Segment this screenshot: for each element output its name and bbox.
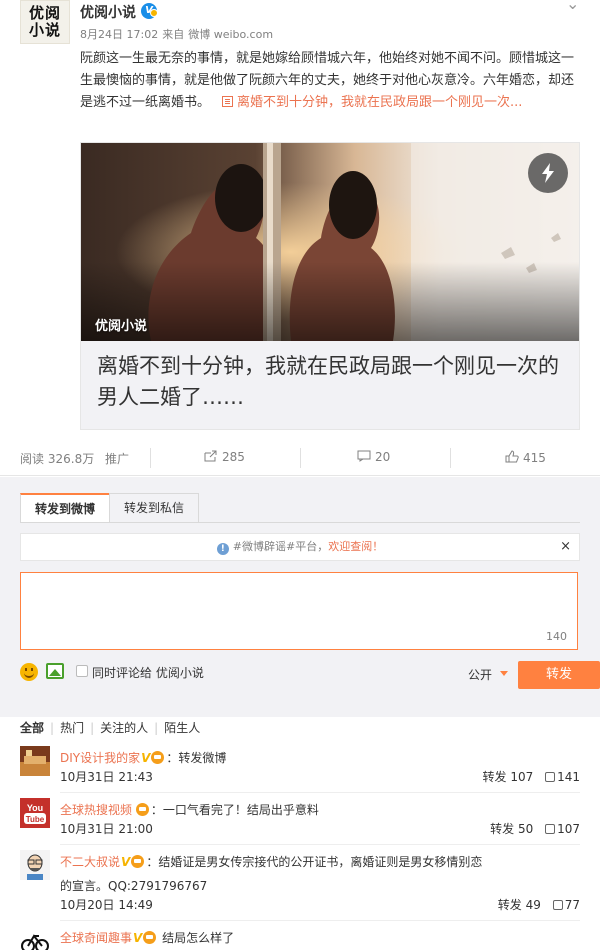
image-icon[interactable] [46, 663, 64, 679]
thumbs-up-icon [552, 900, 563, 910]
comment-time[interactable]: 10月31日 21:00 [60, 820, 153, 837]
tab-forward-to-private[interactable]: 转发到私信 [109, 493, 200, 523]
like-stat-button[interactable]: 415 [505, 450, 546, 465]
comment-time[interactable]: 10月20日 14:49 [60, 896, 153, 913]
post-stats-bar: 阅读 326.8万 推广 285 20 415 [0, 440, 600, 476]
comment-forward-button[interactable]: 转发 107 [483, 770, 534, 784]
article-link-icon [222, 96, 234, 107]
rumor-notice-bar: ! #微博辟谣#平台，欢迎查阅！ × [20, 533, 580, 561]
comment-forward-button[interactable]: 转发 50 [490, 822, 533, 836]
author-name[interactable]: 优阅小说 [80, 2, 136, 22]
vip-icon [143, 931, 157, 944]
comment-forward-button[interactable]: 转发 49 [498, 898, 541, 912]
also-comment-label: 同时评论给 优阅小说 [92, 666, 204, 680]
chevron-down-icon[interactable] [500, 671, 508, 676]
comment-time[interactable]: 10月31日 21:43 [60, 768, 153, 785]
vip-icon [131, 855, 145, 868]
vip-icon [151, 751, 165, 764]
commenter-name[interactable]: 全球奇闻趣事 [60, 931, 132, 945]
comment-body: DIY设计我的家V ：转发微博 [60, 746, 490, 770]
comment-stat-button[interactable]: 20 [357, 450, 390, 464]
comment-actions: 转发 50 107 [490, 820, 580, 837]
comment-body: 不二大叔说V ：结婚证是男女传宗接代的公开证书，离婚证则是男女移情别恋的宣言。QQ… [60, 850, 490, 898]
article-link[interactable]: 离婚不到十分钟，我就在民政局跟一个刚见一次... [237, 95, 522, 110]
promote-button[interactable]: 推广 [105, 450, 129, 467]
svg-text:You: You [27, 803, 43, 813]
comment-filter-tabs: 全部 | 热门 | 关注的人 | 陌生人 [20, 721, 201, 735]
post-source[interactable]: 微博 weibo.com [188, 28, 273, 41]
filter-hot[interactable]: 热门 [60, 721, 84, 735]
comment-item: 不二大叔说V ：结婚证是男女传宗接代的公开证书，离婚证则是男女移情别恋的宣言。QQ… [20, 850, 580, 922]
commenter-avatar[interactable]: You Tube [20, 798, 50, 828]
also-comment-checkbox[interactable] [76, 665, 88, 677]
author-avatar[interactable]: 优阅 小说 [20, 0, 70, 44]
comment-like-button[interactable]: 141 [537, 770, 580, 784]
comment-icon [357, 450, 371, 462]
info-icon: ! [216, 543, 229, 555]
post-text: 阮颜这一生最无奈的事情，就是她嫁给顾惜城六年，他始终对她不闻不问。顾惜城这一生最… [80, 51, 575, 110]
forward-textarea[interactable]: 140 [20, 572, 578, 650]
forward-panel: 转发到微博 转发到私信 ! #微博辟谣#平台，欢迎查阅！ × 140 同时评论给 … [0, 477, 600, 717]
verified-level-icon [150, 9, 158, 17]
thumbs-up-icon [545, 772, 556, 782]
char-counter: 140 [546, 630, 567, 643]
forward-icon [204, 450, 217, 462]
article-title: 离婚不到十分钟，我就在民政局跟一个刚见一次的男人二婚了…… [97, 354, 559, 409]
comment-item: 全球奇闻趣事V 结局怎么样了 [20, 926, 580, 950]
post-date[interactable]: 8月24日 17:02 [80, 28, 158, 41]
commenter-avatar[interactable] [20, 746, 50, 776]
reads-count: 阅读 326.8万 [20, 452, 95, 466]
tab-forward-to-weibo[interactable]: 转发到微博 [20, 493, 111, 523]
post-meta: 8月24日 17:02 来自 微博 weibo.com [80, 26, 277, 42]
commenter-name[interactable]: 不二大叔说 [60, 855, 120, 869]
thumbs-up-icon [545, 824, 556, 834]
forward-stat-button[interactable]: 285 [204, 450, 245, 464]
forward-toolbar: 同时评论给 优阅小说 公开 转发 [20, 661, 600, 689]
avatar-logo-text: 优阅 小说 [28, 4, 61, 39]
filter-all[interactable]: 全部 [20, 721, 44, 735]
verified-icon: V [121, 855, 131, 869]
commenter-name[interactable]: DIY设计我的家 [60, 751, 140, 765]
verified-icon: V [133, 931, 143, 945]
post-source-prefix: 来自 [162, 28, 185, 41]
visibility-select[interactable]: 公开 [468, 666, 492, 683]
forward-submit-button[interactable]: 转发 [518, 661, 600, 689]
notice-link[interactable]: 欢迎查阅！ [328, 540, 383, 553]
comment-body: 全球热搜视频 ：一口气看完了！结局出乎意料 [60, 803, 319, 817]
card-brand-label: 优阅小说 [95, 319, 148, 334]
close-icon[interactable]: × [560, 534, 571, 560]
comment-like-button[interactable]: 77 [545, 898, 580, 912]
commenter-name[interactable]: 全球热搜视频 [60, 803, 132, 817]
thumbs-up-icon [505, 450, 519, 463]
comment-item: You Tube 全球热搜视频 ：一口气看完了！结局出乎意料 10月31日 21:… [20, 798, 580, 848]
filter-following[interactable]: 关注的人 [100, 721, 148, 735]
verified-icon: V [141, 751, 151, 765]
comment-item: DIY设计我的家V ：转发微博 10月31日 21:43 转发 107 141 [20, 746, 580, 796]
comment-actions: 转发 107 141 [483, 768, 580, 785]
comment-actions: 转发 49 77 [498, 896, 580, 913]
article-card[interactable]: 优阅小说 离婚不到十分钟，我就在民政局跟一个刚见一次的男人二婚了…… [80, 142, 580, 430]
article-cover-image [81, 143, 579, 341]
comment-like-button[interactable]: 107 [537, 822, 580, 836]
filter-strangers[interactable]: 陌生人 [164, 721, 200, 735]
lightning-icon[interactable] [528, 153, 568, 193]
commenter-avatar[interactable] [20, 926, 50, 950]
chevron-down-icon[interactable]: ⌄ [566, 0, 579, 13]
vip-icon [135, 803, 149, 816]
commenter-avatar[interactable] [20, 850, 50, 880]
comment-body: 全球奇闻趣事V 结局怎么样了 [60, 926, 490, 950]
emoji-icon[interactable] [20, 663, 38, 681]
svg-text:Tube: Tube [26, 815, 45, 824]
